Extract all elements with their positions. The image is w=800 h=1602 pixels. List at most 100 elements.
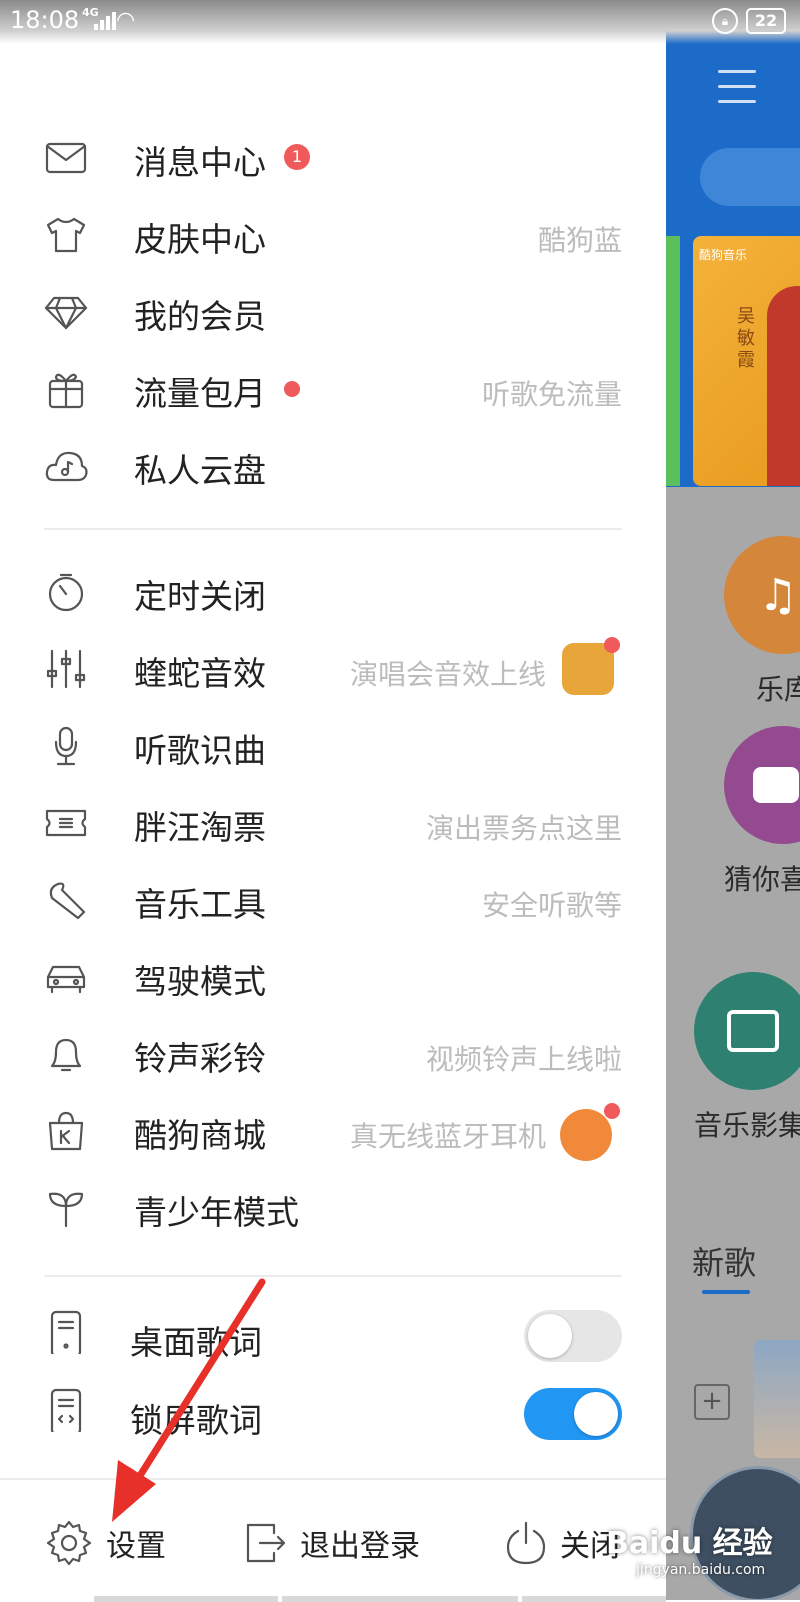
banner-person-image bbox=[767, 286, 800, 486]
side-drawer: 消息中心 1 皮肤中心 酷狗蓝 我的会员 流量包月 听歌免流量 私人云盘 定时关… bbox=[0, 0, 666, 1602]
menu-subtext: 视频铃声上线啦 bbox=[425, 1043, 622, 1076]
menu-item-song-recognition[interactable]: 听歌识曲 bbox=[0, 710, 666, 782]
menu-subtext: 演唱会音效上线 bbox=[349, 658, 546, 691]
shortcut-label-library: 乐库 bbox=[756, 673, 800, 706]
settings-button[interactable]: 设置 bbox=[44, 1518, 166, 1568]
menu-label: 酷狗商城 bbox=[134, 1116, 266, 1155]
status-time: 18:08 bbox=[10, 6, 80, 34]
shortcut-label-video: 音乐影集 bbox=[694, 1109, 800, 1142]
logout-label: 退出登录 bbox=[300, 1529, 420, 1564]
shopping-bag-icon bbox=[48, 1111, 84, 1151]
toggle-knob bbox=[574, 1392, 618, 1436]
phone-icon bbox=[50, 1310, 82, 1354]
menu-label: 我的会员 bbox=[134, 297, 266, 336]
tab-indicator bbox=[702, 1290, 750, 1294]
equalizer-icon bbox=[46, 649, 86, 689]
menu-item-sleep-timer[interactable]: 定时关闭 bbox=[0, 556, 666, 628]
promo-earbuds-icon bbox=[560, 1109, 612, 1161]
settings-label: 设置 bbox=[106, 1529, 166, 1564]
menu-label: 定时关闭 bbox=[134, 577, 266, 616]
section-divider bbox=[44, 528, 622, 530]
bottom-scroll-indicator bbox=[94, 1596, 278, 1602]
wrench-icon bbox=[49, 882, 86, 920]
menu-item-data-plan[interactable]: 流量包月 听歌免流量 bbox=[0, 353, 666, 425]
menu-item-mall[interactable]: 酷狗商城 真无线蓝牙耳机 bbox=[0, 1095, 666, 1167]
power-icon bbox=[506, 1521, 546, 1565]
toggle-label: 锁屏歌词 bbox=[130, 1401, 262, 1440]
menu-item-tickets[interactable]: 胖汪淘票 演出票务点这里 bbox=[0, 787, 666, 859]
bell-icon bbox=[50, 1038, 82, 1072]
toggle-row-lockscreen-lyrics: 锁屏歌词 bbox=[0, 1380, 666, 1452]
timer-icon bbox=[48, 573, 84, 612]
bottom-scroll-indicator bbox=[282, 1596, 518, 1602]
gift-icon bbox=[48, 373, 84, 409]
mail-icon bbox=[45, 142, 87, 174]
menu-label: 胖汪淘票 bbox=[134, 808, 266, 847]
new-dot bbox=[604, 1103, 620, 1119]
toggle-knob bbox=[528, 1314, 572, 1358]
sprout-icon bbox=[48, 1192, 84, 1228]
video-album-icon[interactable] bbox=[694, 972, 800, 1090]
menu-subtext: 演出票务点这里 bbox=[425, 812, 622, 845]
new-songs-tab[interactable]: 新歌 bbox=[692, 1238, 756, 1284]
close-button[interactable]: 关闭 bbox=[504, 1518, 620, 1568]
menu-item-music-tools[interactable]: 音乐工具 安全听歌等 bbox=[0, 864, 666, 936]
watermark-brand: Baidu 经验 bbox=[606, 1526, 773, 1561]
lockscreen-lyrics-toggle[interactable] bbox=[524, 1388, 622, 1440]
menu-subtext: 听歌免流量 bbox=[481, 378, 622, 411]
menu-subtext: 安全听歌等 bbox=[481, 889, 622, 922]
toggle-label: 桌面歌词 bbox=[130, 1323, 262, 1362]
menu-item-sound-effects[interactable]: 蝰蛇音效 演唱会音效上线 bbox=[0, 633, 666, 705]
wifi-icon: ◠ bbox=[116, 8, 136, 33]
banner-name: 吴敏霞 bbox=[737, 306, 755, 371]
menu-label: 听歌识曲 bbox=[134, 731, 266, 770]
menu-label: 私人云盘 bbox=[134, 451, 266, 490]
menu-label: 皮肤中心 bbox=[134, 220, 266, 259]
menu-label: 流量包月 bbox=[134, 374, 266, 413]
menu-label: 消息中心 bbox=[134, 143, 266, 182]
menu-label: 音乐工具 bbox=[134, 885, 266, 924]
menu-subtext: 酷狗蓝 bbox=[537, 224, 622, 257]
menu-label: 铃声彩铃 bbox=[134, 1039, 266, 1078]
tshirt-icon bbox=[46, 217, 86, 253]
diamond-icon bbox=[44, 296, 88, 330]
menu-item-vip[interactable]: 我的会员 bbox=[0, 276, 666, 348]
gear-icon bbox=[46, 1520, 92, 1566]
ticket-icon bbox=[45, 809, 87, 837]
menu-item-youth-mode[interactable]: 青少年模式 bbox=[0, 1172, 666, 1244]
new-dot bbox=[284, 381, 300, 397]
promo-banner[interactable]: 酷狗音乐 吴敏霞 bbox=[693, 236, 800, 486]
section-divider bbox=[44, 1275, 622, 1277]
logout-icon bbox=[246, 1523, 286, 1563]
menu-item-cloud[interactable]: 私人云盘 bbox=[0, 430, 666, 502]
logout-button[interactable]: 退出登录 bbox=[244, 1518, 420, 1568]
rotation-lock-icon: 🔒︎ bbox=[712, 8, 738, 34]
toggle-row-desktop-lyrics: 桌面歌词 bbox=[0, 1302, 666, 1374]
microphone-icon bbox=[54, 726, 78, 766]
menu-item-messages[interactable]: 消息中心 1 bbox=[0, 122, 666, 194]
song-thumbnail[interactable] bbox=[754, 1340, 800, 1458]
menu-label: 蝰蛇音效 bbox=[134, 654, 266, 693]
shortcut-label-guess: 猜你喜 bbox=[724, 863, 800, 896]
status-bar: 18:08 4G ◠ 🔒︎ 22 bbox=[0, 0, 800, 44]
add-icon[interactable]: + bbox=[694, 1384, 730, 1420]
menu-label: 青少年模式 bbox=[134, 1193, 299, 1232]
search-bar[interactable] bbox=[700, 148, 800, 206]
menu-item-skin[interactable]: 皮肤中心 酷狗蓝 bbox=[0, 199, 666, 271]
watermark-url: jingyan.baidu.com bbox=[636, 1562, 766, 1578]
banner-prev bbox=[666, 236, 680, 486]
banner-brand: 酷狗音乐 bbox=[699, 248, 748, 262]
menu-item-driving-mode[interactable]: 驾驶模式 bbox=[0, 941, 666, 1013]
menu-item-ringtones[interactable]: 铃声彩铃 视频铃声上线啦 bbox=[0, 1018, 666, 1090]
new-dot bbox=[604, 637, 620, 653]
car-icon bbox=[46, 965, 86, 994]
bottom-bar: 设置 退出登录 关闭 bbox=[0, 1478, 666, 1602]
unread-badge: 1 bbox=[284, 144, 310, 170]
cloud-music-icon bbox=[45, 451, 88, 482]
lyrics-file-icon bbox=[50, 1388, 82, 1432]
baidu-watermark: Baidu 经验 jingyan.baidu.com bbox=[606, 1518, 800, 1600]
menu-subtext: 真无线蓝牙耳机 bbox=[349, 1120, 546, 1153]
menu-icon[interactable] bbox=[718, 70, 756, 106]
desktop-lyrics-toggle[interactable] bbox=[524, 1310, 622, 1362]
signal-icon bbox=[94, 12, 116, 30]
